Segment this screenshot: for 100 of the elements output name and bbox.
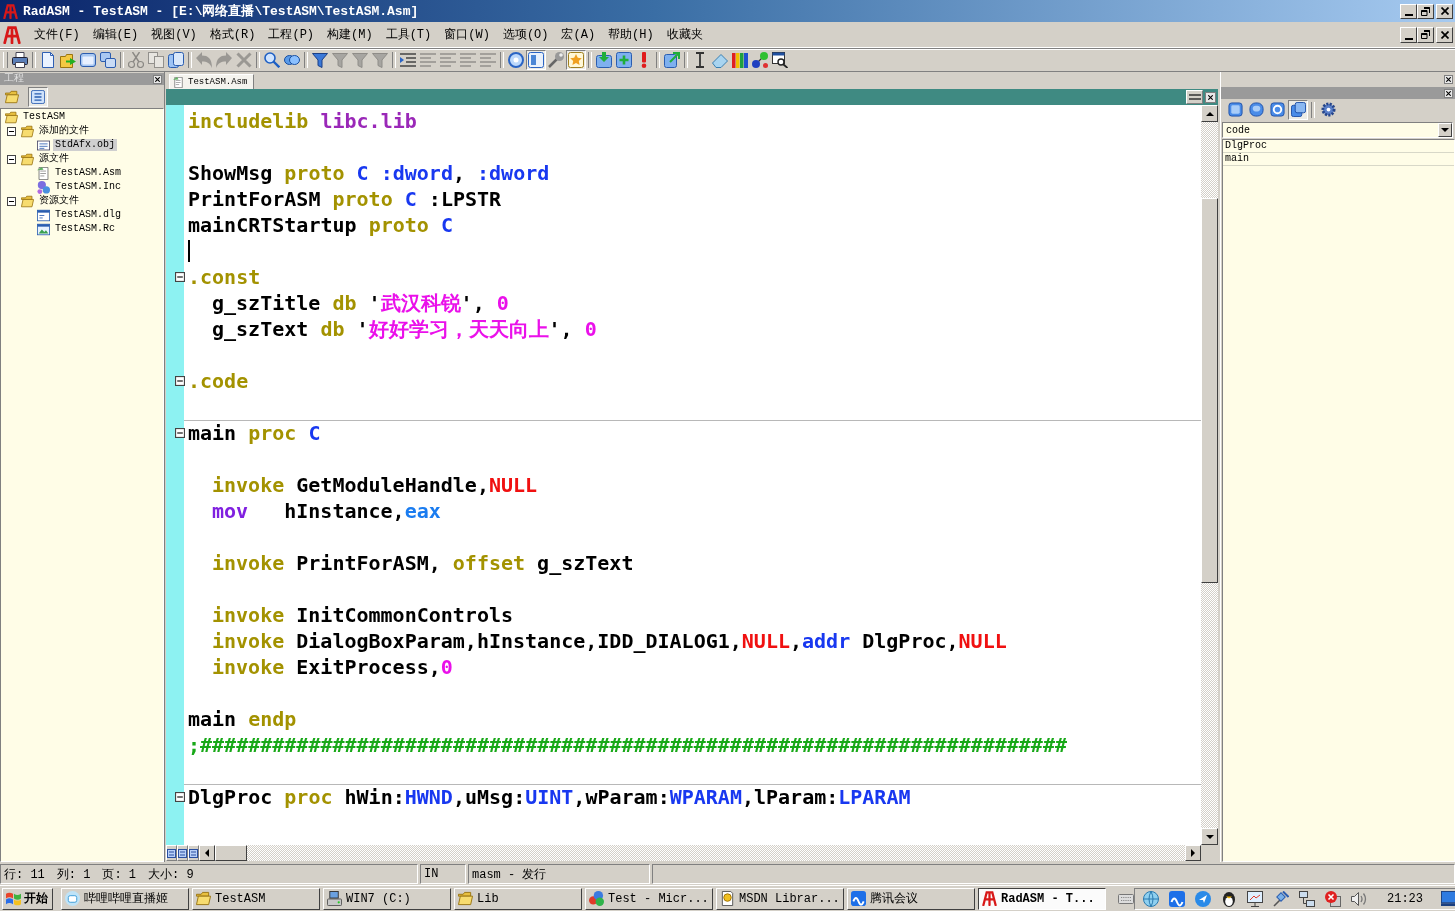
close-icon xyxy=(1208,94,1213,100)
taskbar-button[interactable]: TestASM xyxy=(192,887,320,910)
menu-item[interactable]: 文件(F) xyxy=(29,26,85,43)
code-line: ;######################################################################## xyxy=(188,733,1067,757)
view-button[interactable] xyxy=(188,845,199,861)
tree-item[interactable]: 资源文件 xyxy=(37,195,81,207)
collapse-icon[interactable] xyxy=(7,154,16,164)
menu-item[interactable]: 格式(R) xyxy=(204,26,261,43)
scroll-left-button[interactable] xyxy=(199,845,215,861)
panel-tool-button[interactable] xyxy=(1246,99,1266,120)
start-button[interactable]: 开始 xyxy=(2,887,53,910)
view-tile-icon xyxy=(189,848,198,858)
minimize-icon xyxy=(1404,37,1413,40)
left-arrow-icon xyxy=(205,849,209,857)
tree-item[interactable]: TestASM.Asm xyxy=(53,167,123,179)
minimize-icon xyxy=(1404,13,1413,16)
flag-icon xyxy=(6,891,21,906)
close-button[interactable] xyxy=(1205,91,1216,103)
restore-button[interactable] xyxy=(1417,3,1434,19)
list-item[interactable]: DlgProc xyxy=(1223,140,1454,153)
collapse-icon[interactable] xyxy=(175,272,185,282)
panel-tool-button[interactable] xyxy=(1225,99,1245,120)
scroll-thumb[interactable] xyxy=(1201,198,1218,583)
close-button[interactable] xyxy=(153,74,162,84)
menu-item[interactable]: 视图(V) xyxy=(146,26,202,43)
view-button[interactable] xyxy=(177,845,188,861)
scroll-down-button[interactable] xyxy=(1201,828,1218,845)
panel-title: 工程 xyxy=(4,74,24,84)
view-button[interactable] xyxy=(166,845,177,861)
collapse-icon[interactable] xyxy=(7,126,16,136)
globe-icon[interactable] xyxy=(1143,890,1159,907)
collapse-icon[interactable] xyxy=(7,196,16,206)
close-icon xyxy=(1440,30,1449,39)
colored-circles-icon xyxy=(589,891,604,906)
scroll-thumb[interactable] xyxy=(215,845,247,861)
dropdown-field[interactable]: code xyxy=(1222,122,1453,138)
desktop-icon[interactable] xyxy=(1441,891,1455,906)
menu-item[interactable]: 窗口(W) xyxy=(439,26,495,43)
monitor-icon[interactable] xyxy=(1247,890,1263,907)
tree-item[interactable]: 源文件 xyxy=(37,153,71,165)
file-tab[interactable]: TestASM.Asm xyxy=(169,74,255,89)
minimize-button[interactable] xyxy=(1400,26,1417,43)
error-badge-icon[interactable] xyxy=(1325,890,1341,907)
ring-tile-icon xyxy=(1269,102,1285,117)
menu-item[interactable]: 编辑(E) xyxy=(87,26,144,43)
close-button[interactable] xyxy=(1444,88,1453,98)
view-tile-icon xyxy=(167,848,176,858)
taskbar-button[interactable]: Lib xyxy=(454,887,582,910)
menu-item[interactable]: 选项(O) xyxy=(497,26,554,43)
list-tile-icon xyxy=(31,89,45,104)
arrow-circle-icon[interactable] xyxy=(1195,890,1211,907)
network-computers-icon[interactable] xyxy=(1299,890,1315,907)
code-line: includelib libc.lib xyxy=(188,109,417,133)
picture-window-icon xyxy=(37,222,50,236)
menu-item[interactable]: 帮助(H) xyxy=(603,26,659,43)
scroll-right-button[interactable] xyxy=(1185,845,1201,861)
collapse-icon[interactable] xyxy=(175,428,185,438)
minimize-button[interactable] xyxy=(1400,3,1417,19)
collapse-icon[interactable] xyxy=(175,376,185,386)
wave-tile-icon[interactable] xyxy=(1169,890,1185,907)
square-icon xyxy=(1227,102,1243,117)
collapse-icon[interactable] xyxy=(175,792,185,802)
dropdown-button[interactable] xyxy=(1438,123,1452,137)
tree-item[interactable]: TestASM.Rc xyxy=(53,223,117,235)
panel-tool-button[interactable] xyxy=(1288,99,1308,120)
scroll-up-button[interactable] xyxy=(1201,105,1218,122)
tree-item[interactable]: 添加的文件 xyxy=(37,125,91,137)
taskbar-button[interactable]: MSDN Librar... xyxy=(716,887,844,910)
penguin-icon[interactable] xyxy=(1221,890,1237,907)
taskbar-button[interactable]: RadASM - T... xyxy=(978,887,1106,910)
taskbar-button[interactable]: 腾讯会议 xyxy=(847,887,975,910)
menu-item[interactable]: 工具(T) xyxy=(380,26,437,43)
taskbar-button[interactable]: WIN7 (C:) xyxy=(323,887,451,910)
close-button[interactable] xyxy=(1444,74,1453,84)
tree-item[interactable]: TestASM.dlg xyxy=(53,209,123,221)
status-text: 列: 1 xyxy=(56,866,91,883)
panel-tool-button[interactable] xyxy=(1267,99,1287,120)
tree-item[interactable]: TestASM xyxy=(21,111,67,123)
split-button[interactable] xyxy=(1186,90,1203,104)
list-item[interactable]: main xyxy=(1223,153,1454,166)
taskbar-button[interactable]: 哔哩哔哩直播姬 xyxy=(61,887,189,910)
dialog-window-icon xyxy=(37,208,50,222)
code-line: PrintForASM proto C :LPSTR xyxy=(188,187,502,211)
tree-item[interactable]: TestASM.Inc xyxy=(53,181,123,193)
restore-button[interactable] xyxy=(1417,26,1434,43)
rounded-square-icon xyxy=(1248,102,1264,117)
code-line: .code xyxy=(188,369,249,393)
app-logo-icon[interactable] xyxy=(3,25,21,44)
app-logo-icon xyxy=(3,3,18,19)
taskbar-button[interactable]: Test - Micr... xyxy=(585,887,713,910)
folder-icon xyxy=(21,124,34,138)
wand-icon[interactable] xyxy=(1273,890,1289,907)
menu-item[interactable]: 构建(M) xyxy=(322,26,378,43)
panel-tool-button[interactable] xyxy=(28,86,48,107)
document-badge-icon xyxy=(720,891,735,906)
tree-item[interactable]: StdAfx.obj xyxy=(53,139,117,151)
speaker-icon[interactable] xyxy=(1351,890,1367,907)
menu-item[interactable]: 宏(A) xyxy=(556,26,601,43)
menu-item[interactable]: 收藏夹 xyxy=(661,26,708,43)
menu-item[interactable]: 工程(P) xyxy=(263,26,320,43)
